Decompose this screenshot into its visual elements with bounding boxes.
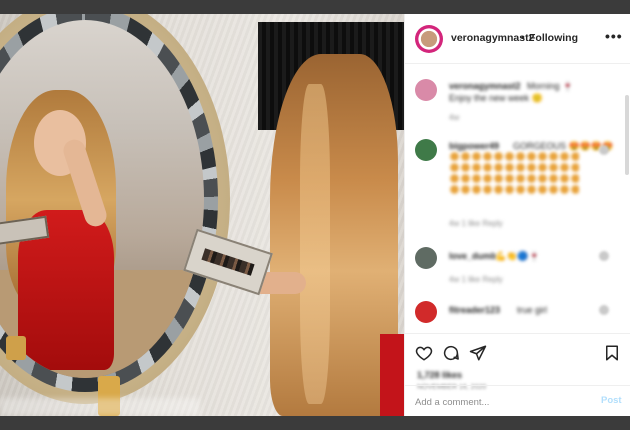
comment-avatar[interactable]	[415, 247, 437, 269]
comment-composer: Post	[405, 385, 630, 416]
following-button[interactable]: Following	[529, 32, 578, 44]
comment-avatar[interactable]	[415, 301, 437, 323]
comments-list[interactable]: veronagymnast2 Morning 🍷 Enjoy the new w…	[405, 65, 630, 333]
comment-username[interactable]: love_dumb	[449, 251, 497, 261]
screenshot-frame: veronagymnast2 • Following ••• veronagym…	[0, 0, 630, 430]
comment-like-heart-icon[interactable]	[599, 251, 609, 261]
red-dress	[380, 334, 404, 416]
blurred-caption-overlay	[0, 398, 200, 416]
comment-meta: 4w	[449, 113, 460, 122]
bottom-letterbox	[0, 416, 630, 430]
comment-username[interactable]: veronagymnast2	[449, 81, 521, 91]
candle-small	[6, 336, 26, 360]
comment-avatar[interactable]	[415, 79, 437, 101]
emoji-grid	[449, 151, 579, 195]
post-photo[interactable]	[0, 14, 404, 416]
comment-text: 💪👏🔵🍷	[495, 251, 540, 261]
paper-plane-icon[interactable]	[469, 344, 487, 362]
likes-count[interactable]: 1,728 likes	[417, 370, 462, 380]
woman-long-hair	[270, 54, 398, 416]
post-side-panel: veronagymnast2 • Following ••• veronagym…	[404, 14, 630, 416]
comment-text: Morning 🍷	[527, 81, 574, 91]
palette-shades	[201, 248, 255, 276]
separator-dot: •	[521, 32, 525, 44]
comment-avatar[interactable]	[415, 139, 437, 161]
comments-scrollbar[interactable]	[625, 95, 629, 175]
comment-like-heart-icon[interactable]	[599, 145, 609, 155]
add-comment-input[interactable]	[415, 394, 585, 410]
avatar[interactable]	[415, 25, 443, 53]
more-options-icon[interactable]: •••	[605, 28, 623, 44]
post-header: veronagymnast2 • Following •••	[405, 14, 630, 64]
heart-icon[interactable]	[415, 344, 433, 362]
comment-meta: 4w 1 like Reply	[449, 275, 503, 284]
comment-bubble-icon[interactable]	[442, 344, 460, 362]
comment-text: true girl	[517, 305, 548, 315]
comment-meta: 4w 1 like Reply	[449, 219, 503, 228]
comment-like-heart-icon[interactable]	[599, 305, 609, 315]
comment-username[interactable]: fitreader123	[449, 305, 500, 315]
comment-username[interactable]: bigpower49	[449, 141, 499, 151]
comment-text-line2: Enjoy the new week 🙂	[449, 93, 543, 103]
post-comment-button[interactable]: Post	[601, 395, 622, 406]
top-letterbox	[0, 0, 630, 14]
hair-highlight	[300, 84, 330, 404]
bookmark-icon[interactable]	[603, 344, 621, 362]
